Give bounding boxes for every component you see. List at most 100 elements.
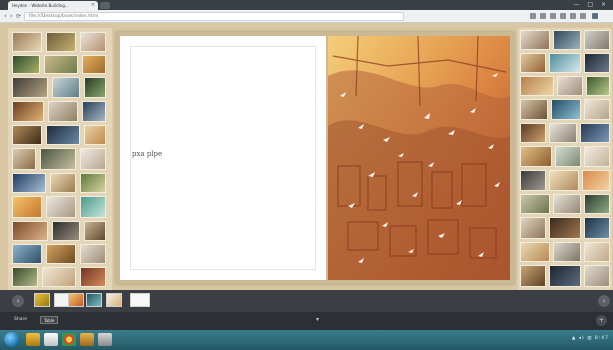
extension-icon[interactable] (550, 13, 556, 19)
gallery-thumbnail[interactable] (46, 125, 80, 145)
gallery-thumbnail[interactable] (520, 265, 546, 287)
gallery-thumbnail[interactable] (549, 53, 581, 73)
gallery-thumbnail[interactable] (549, 217, 581, 239)
page-thumbnail[interactable] (86, 293, 102, 307)
explorer-taskbar-icon[interactable] (26, 333, 40, 346)
strip-prev-button[interactable]: ‹ (12, 295, 24, 307)
right-page-illustration[interactable] (328, 36, 510, 280)
gallery-thumbnail[interactable] (12, 77, 48, 98)
gallery-thumbnail[interactable] (12, 173, 46, 193)
window-controls[interactable]: — □ × (573, 1, 609, 8)
page-thumbnail[interactable] (130, 293, 150, 307)
gallery-thumbnail[interactable] (48, 101, 78, 122)
gallery-thumbnail[interactable] (520, 194, 550, 214)
chrome-taskbar-icon[interactable] (62, 333, 76, 346)
gallery-thumbnail[interactable] (520, 76, 554, 96)
extension-icon[interactable] (570, 13, 576, 19)
system-tray[interactable]: ▲ ◂) ▥ 8:47 (572, 336, 609, 341)
gallery-thumbnail[interactable] (549, 170, 579, 191)
gallery-thumbnail[interactable] (553, 30, 581, 50)
gallery-thumbnail[interactable] (12, 125, 42, 145)
gallery-thumbnail[interactable] (520, 170, 546, 191)
gallery-thumbnail[interactable] (80, 244, 106, 264)
left-page[interactable]: pxa plpe (120, 36, 326, 280)
gallery-thumbnail[interactable] (12, 32, 42, 52)
gallery-thumbnail[interactable] (584, 30, 610, 50)
gallery-thumbnail[interactable] (46, 244, 76, 264)
gallery-thumbnail[interactable] (84, 77, 106, 98)
gallery-thumbnail[interactable] (584, 217, 610, 239)
gallery-thumbnail[interactable] (555, 146, 581, 167)
gallery-thumbnail[interactable] (584, 194, 610, 214)
gallery-thumbnail[interactable] (520, 123, 546, 143)
gallery-thumbnail[interactable] (80, 267, 106, 287)
gallery-thumbnail[interactable] (12, 148, 36, 170)
gallery-thumbnail[interactable] (82, 101, 106, 122)
gallery-thumbnail[interactable] (584, 242, 610, 262)
gallery-thumbnail[interactable] (551, 99, 581, 120)
menu-icon[interactable] (592, 13, 598, 19)
app-taskbar-icon[interactable] (98, 333, 112, 346)
gallery-thumbnail[interactable] (84, 125, 106, 145)
page-thumbnail[interactable] (68, 293, 84, 307)
gallery-thumbnail[interactable] (44, 55, 78, 74)
gallery-thumbnail[interactable] (46, 196, 76, 218)
page-thumbnail[interactable] (34, 293, 50, 307)
gallery-thumbnail[interactable] (46, 32, 76, 52)
gallery-thumbnail[interactable] (80, 148, 106, 170)
page-thumbnail[interactable] (106, 293, 122, 307)
browser-tab[interactable]: Heydon - Website.Building... × (8, 1, 98, 10)
gallery-thumbnail[interactable] (520, 99, 548, 120)
forward-icon[interactable]: › (10, 12, 13, 20)
gallery-thumbnail[interactable] (520, 146, 552, 167)
gallery-thumbnail[interactable] (52, 77, 80, 98)
gallery-thumbnail[interactable] (586, 76, 610, 96)
gallery-thumbnail[interactable] (42, 267, 76, 287)
gallery-thumbnail[interactable] (584, 265, 610, 287)
gallery-thumbnail[interactable] (12, 101, 44, 122)
gallery-thumbnail[interactable] (12, 267, 38, 287)
gallery-thumbnail[interactable] (80, 196, 106, 218)
media-taskbar-icon[interactable] (44, 333, 58, 346)
gallery-thumbnail[interactable] (12, 55, 40, 74)
gallery-thumbnail[interactable] (520, 217, 546, 239)
gallery-thumbnail[interactable] (520, 242, 550, 262)
gallery-thumbnail[interactable] (584, 99, 610, 120)
gallery-thumbnail[interactable] (520, 30, 550, 50)
gallery-thumbnail[interactable] (50, 173, 76, 193)
gallery-thumbnail[interactable] (584, 53, 610, 73)
gallery-thumbnail[interactable] (549, 123, 577, 143)
gallery-thumbnail[interactable] (557, 76, 583, 96)
gallery-thumbnail[interactable] (82, 55, 106, 74)
gallery-thumbnail[interactable] (80, 173, 106, 193)
gallery-thumbnail[interactable] (80, 32, 106, 52)
extension-icon[interactable] (560, 13, 566, 19)
gallery-thumbnail[interactable] (52, 221, 80, 241)
gallery-thumbnail[interactable] (549, 265, 581, 287)
gallery-thumbnail[interactable] (582, 170, 610, 191)
gallery-thumbnail[interactable] (580, 123, 610, 143)
strip-next-button[interactable]: › (598, 295, 610, 307)
collapse-toggle-icon[interactable]: ▾ (316, 317, 322, 323)
gallery-thumbnail[interactable] (12, 244, 42, 264)
extension-icon[interactable] (540, 13, 546, 19)
flipbook[interactable]: pxa plpe (116, 32, 514, 284)
gallery-thumbnail[interactable] (553, 242, 581, 262)
gallery-thumbnail[interactable] (12, 196, 42, 218)
start-button[interactable] (4, 332, 19, 347)
gallery-thumbnail[interactable] (553, 194, 581, 214)
new-tab-button[interactable] (100, 2, 110, 9)
tab-close-icon[interactable]: × (91, 2, 95, 8)
url-input[interactable]: file:///Desktop/book/index.html (24, 12, 404, 21)
gallery-thumbnail[interactable] (584, 146, 610, 167)
gallery-thumbnail[interactable] (520, 53, 546, 73)
gallery-thumbnail[interactable] (12, 221, 48, 241)
extension-icon[interactable] (580, 13, 586, 19)
folder-taskbar-icon[interactable] (80, 333, 94, 346)
gallery-thumbnail[interactable] (84, 221, 106, 241)
share-label[interactable]: Share (14, 317, 27, 322)
back-icon[interactable]: ‹ (4, 12, 7, 20)
gallery-thumbnail[interactable] (40, 148, 76, 170)
extension-icon[interactable] (530, 13, 536, 19)
mode-selector[interactable]: Table (40, 316, 59, 324)
